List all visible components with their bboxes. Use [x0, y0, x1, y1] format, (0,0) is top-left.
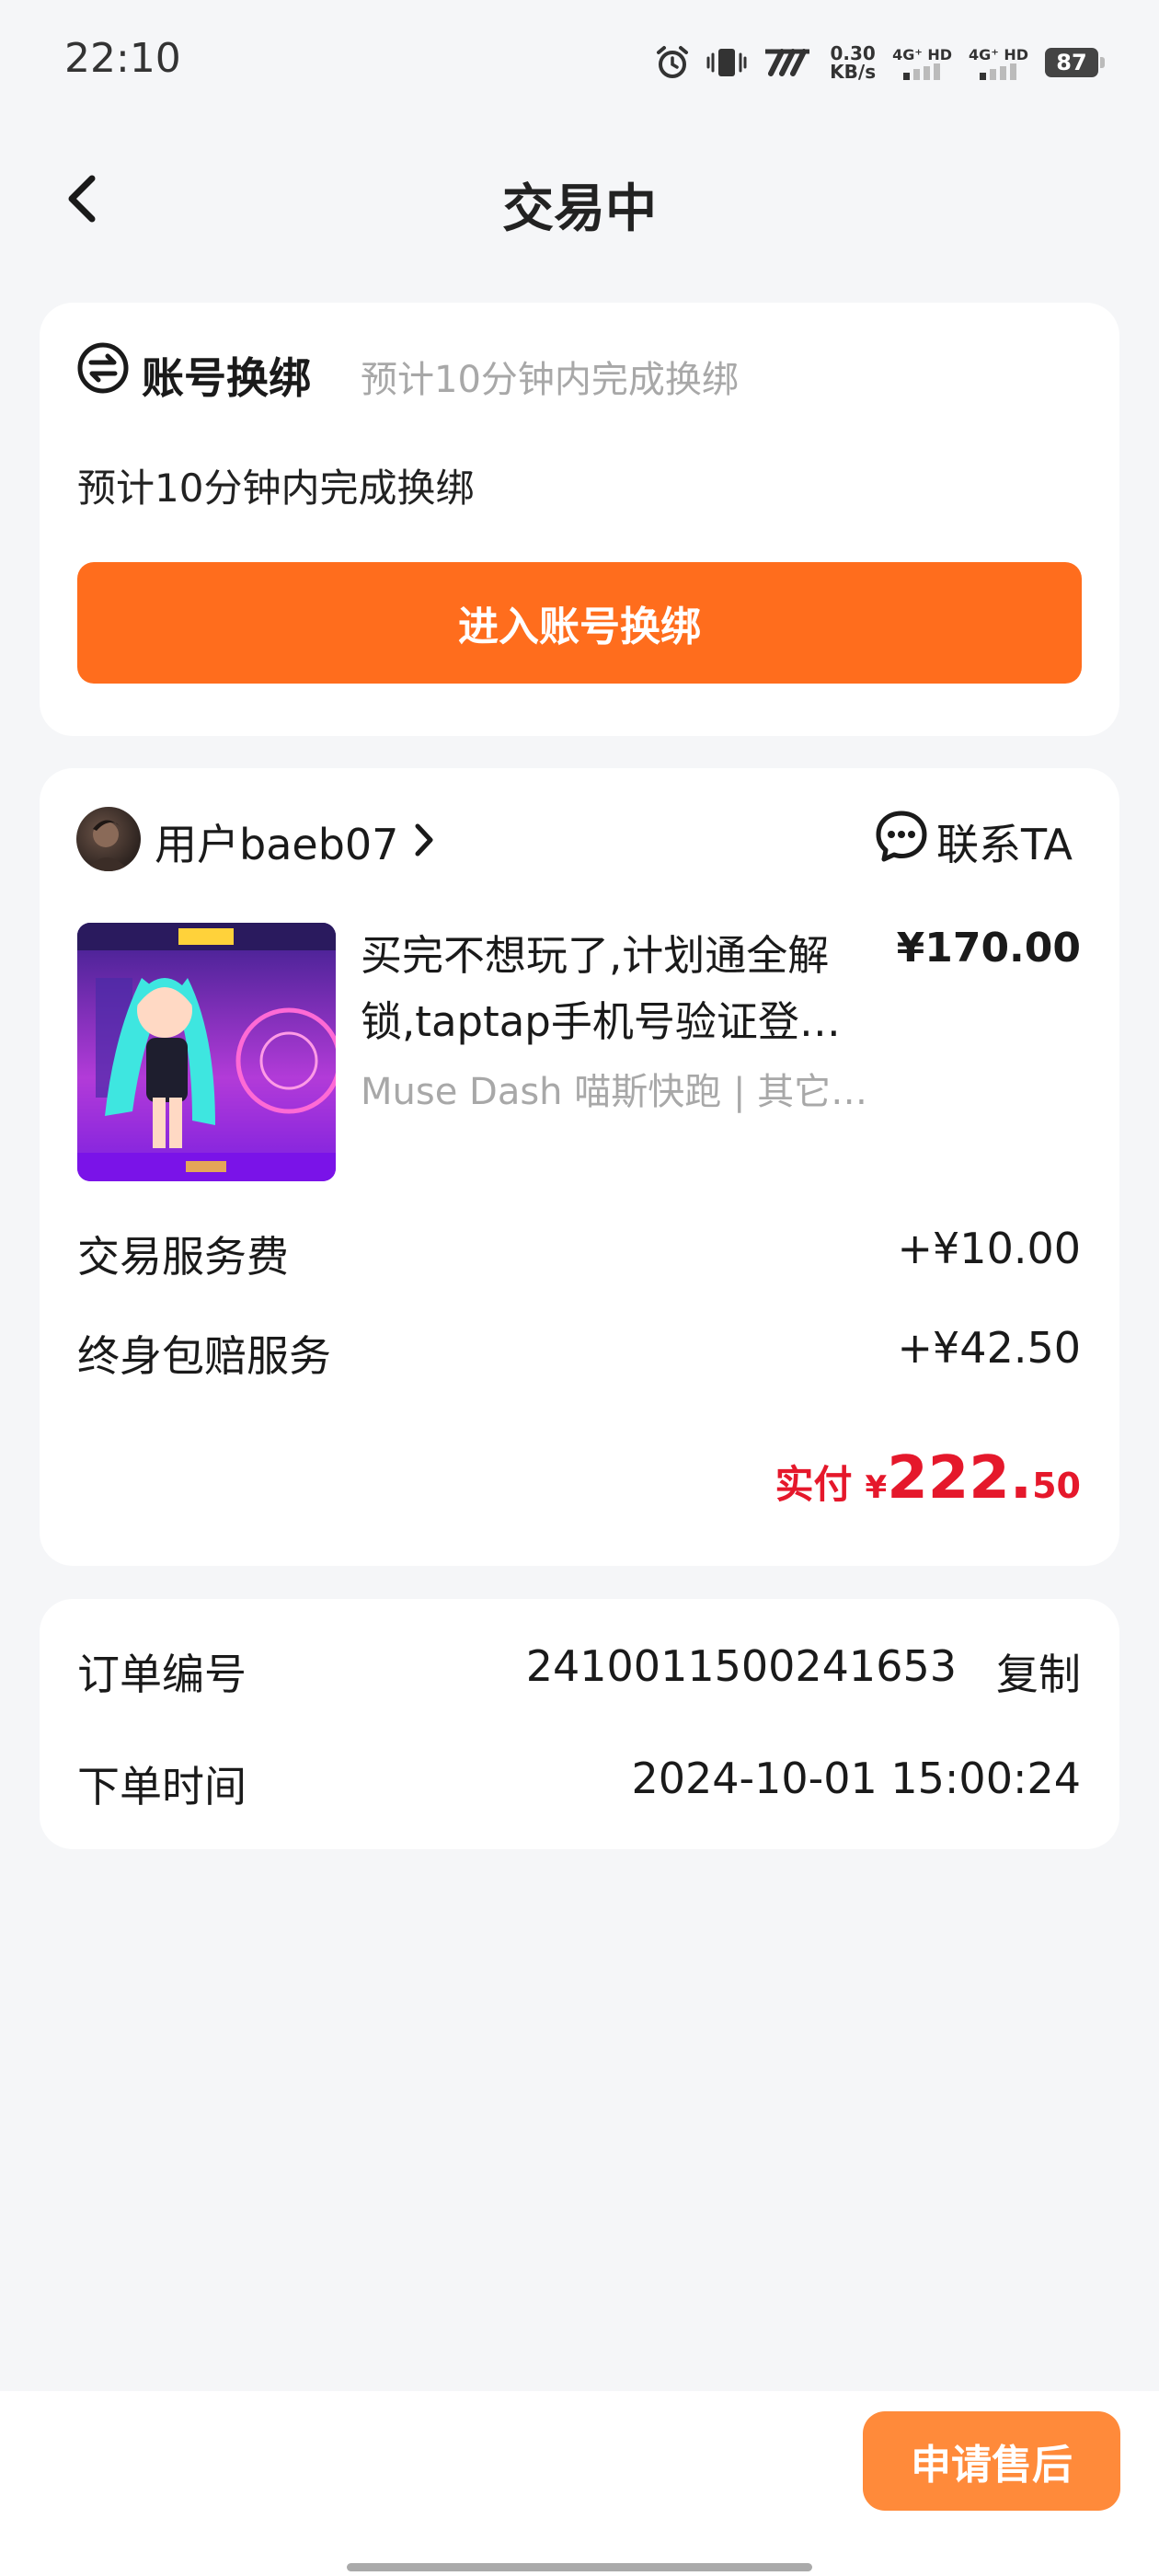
paid-amount: 实付 ¥ 222. 50	[775, 1444, 1081, 1512]
order-number: 2410011500241653	[525, 1641, 957, 1691]
service-fee-value: +¥10.00	[897, 1224, 1082, 1273]
chevron-right-icon[interactable]	[410, 817, 438, 863]
avatar[interactable]	[76, 807, 141, 871]
avatar-image	[86, 820, 130, 871]
sim2-signal: 4G⁺ HD	[969, 46, 1028, 80]
vibrate-icon	[706, 49, 747, 76]
apply-after-sale-button[interactable]: 申请售后	[863, 2411, 1120, 2511]
order-number-label: 订单编号	[77, 1650, 247, 1699]
paid-decimal: 50	[1032, 1466, 1081, 1506]
product-subtitle: Muse Dash 喵斯快跑 | 其它…	[361, 1071, 868, 1113]
copy-order-number-button[interactable]: 复制	[996, 1641, 1081, 1702]
battery-icon: 87	[1045, 48, 1105, 77]
home-indicator[interactable]	[347, 2563, 812, 2571]
sim1-label: 4G⁺ HD	[892, 45, 953, 63]
nfc-icon	[765, 49, 810, 76]
swap-icon	[77, 342, 129, 394]
sim1-signal: 4G⁺ HD	[892, 46, 952, 80]
paid-currency: ¥	[865, 1469, 888, 1506]
binding-hint: 预计10分钟内完成换绑	[361, 359, 739, 401]
product-price: ¥170.00	[896, 925, 1081, 972]
alarm-icon	[657, 46, 689, 78]
paid-integer: 222.	[887, 1444, 1033, 1512]
chat-icon[interactable]	[875, 810, 928, 863]
net-speed-value: 0.30	[830, 42, 876, 64]
product-thumbnail[interactable]	[77, 923, 336, 1181]
sim2-label: 4G⁺ HD	[969, 45, 1028, 63]
insurance-fee-value: +¥42.50	[897, 1323, 1082, 1373]
seller-name[interactable]: 用户baeb07	[155, 811, 398, 872]
page-title: 交易中	[502, 179, 657, 239]
contact-seller-label[interactable]: 联系TA	[936, 811, 1073, 872]
binding-title: 账号换绑	[142, 353, 311, 403]
binding-description: 预计10分钟内完成换绑	[77, 466, 475, 511]
enter-binding-button[interactable]: 进入账号换绑	[77, 562, 1082, 684]
order-time-label: 下单时间	[77, 1762, 247, 1811]
product-title-line2: 锁,taptap手机号验证登…	[361, 997, 841, 1046]
net-speed-unit: KB/s	[830, 61, 877, 83]
paid-label: 实付	[775, 1462, 853, 1507]
product-title[interactable]: 买完不想玩了,计划通全解 锁,taptap手机号验证登…	[361, 923, 876, 1055]
signal-icon	[979, 63, 1016, 80]
signal-icon	[902, 63, 940, 80]
status-icons: 0.30 KB/s 4G⁺ HD 4G⁺ HD 87	[655, 37, 1105, 88]
order-time: 2024-10-01 15:00:24	[631, 1754, 1081, 1803]
status-time: 22:10	[64, 35, 181, 82]
game-artwork	[77, 923, 336, 1181]
net-speed: 0.30 KB/s	[830, 44, 876, 81]
service-fee-label: 交易服务费	[77, 1232, 289, 1282]
insurance-fee-label: 终身包赔服务	[77, 1331, 331, 1381]
product-title-line1: 买完不想玩了,计划通全解	[361, 931, 830, 980]
